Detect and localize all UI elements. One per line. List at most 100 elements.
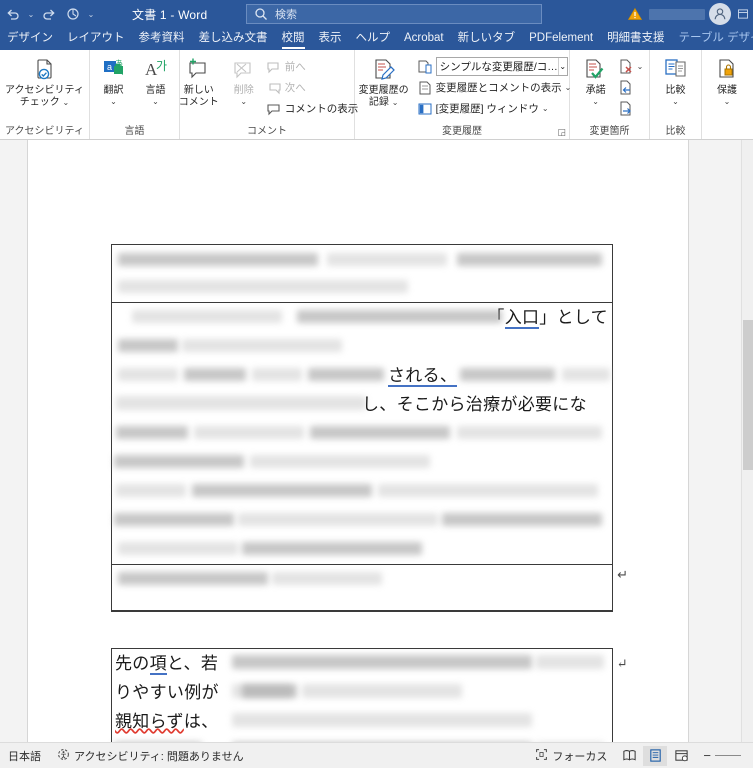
chevron-down-icon[interactable]: ⌄ <box>592 97 599 106</box>
tab-view[interactable]: 表示 <box>312 28 349 50</box>
undo-icon[interactable] <box>2 3 24 25</box>
vertical-scrollbar[interactable] <box>741 140 753 742</box>
tab-statement-support[interactable]: 明細書支援 <box>600 28 672 50</box>
undo-dropdown-icon[interactable]: ⌄ <box>26 10 36 19</box>
title-bar: ⌄ ⌄ 文書 1 - Word 検索 <box>0 0 753 28</box>
search-box[interactable]: 検索 <box>246 4 542 24</box>
zoom-out-icon[interactable]: − <box>695 748 749 763</box>
compare-icon <box>663 57 689 83</box>
ribbon-tab-strip: デザイン レイアウト 参考資料 差し込み文書 校閲 表示 ヘルプ Acrobat… <box>0 28 753 50</box>
doc-line <box>112 245 612 274</box>
accessibility-check-label-2: チェック ⌄ <box>19 97 70 108</box>
ribbon-group-label-comments: コメント <box>247 126 287 137</box>
focus-mode-button[interactable]: フォーカス <box>527 748 615 764</box>
new-comment-icon <box>186 57 212 83</box>
doc-line <box>112 477 612 506</box>
accept-button[interactable]: 承諾 ⌄ <box>576 55 616 106</box>
accessibility-check-button[interactable]: アクセシビリティ チェック ⌄ <box>5 55 85 109</box>
read-mode-button[interactable] <box>617 746 641 766</box>
doc-text-visible: される、 <box>388 366 458 387</box>
status-accessibility[interactable]: アクセシビリティ: 問題ありません <box>49 748 252 764</box>
show-markup-button[interactable]: 変更履歴とコメントの表示 ⌄ <box>417 77 571 98</box>
document-canvas[interactable]: 「入口」として される、 <box>0 140 753 742</box>
status-bar-right: フォーカス − <box>527 745 753 766</box>
chevron-down-icon[interactable]: ⌄ <box>152 97 159 106</box>
previous-comment-button[interactable]: 前へ <box>266 56 359 77</box>
tab-layout[interactable]: レイアウト <box>60 28 132 50</box>
translate-button[interactable]: aあ 翻訳 ⌄ <box>94 55 134 106</box>
ribbon-group-changes: 承諾 ⌄ ⌄ 変更箇所 <box>570 50 650 139</box>
delete-comment-button[interactable]: 削除 ⌄ <box>224 55 264 106</box>
chevron-down-icon[interactable]: ⌄ <box>724 97 731 106</box>
chevron-down-icon[interactable]: ⌄ <box>557 58 567 75</box>
ribbon-group-label-tracking: 変更履歴 <box>442 126 482 137</box>
tab-new-tab[interactable]: 新しいタブ <box>451 28 523 50</box>
accept-change-icon <box>583 57 609 83</box>
document-table-2[interactable]: 先の項と、若 ↵ りやすい例が 親知らずは、 麗 <box>111 648 628 742</box>
tab-pdfelement[interactable]: PDFelement <box>522 28 600 50</box>
show-comments-label: コメントの表示 <box>284 103 359 115</box>
track-changes-label-1: 変更履歴の <box>358 85 409 96</box>
doc-line: される、 <box>112 361 612 390</box>
protect-button[interactable]: 保護 ⌄ <box>705 55 749 106</box>
show-markup-icon <box>417 80 433 96</box>
warning-icon[interactable] <box>627 6 645 22</box>
chevron-down-icon[interactable]: ⌄ <box>542 104 549 113</box>
show-comments-button[interactable]: コメントの表示 <box>266 98 359 119</box>
chevron-down-icon[interactable]: ⌄ <box>672 97 679 106</box>
reject-button[interactable]: ⌄ <box>618 56 644 77</box>
status-language-label: 日本語 <box>8 750 41 763</box>
account-avatar-icon[interactable] <box>709 3 731 25</box>
tab-references[interactable]: 参考資料 <box>132 28 192 50</box>
language-button[interactable]: A가 言語 ⌄ <box>136 55 176 106</box>
document-table-1[interactable]: 「入口」として される、 <box>111 244 628 612</box>
language-label: 言語 <box>145 85 166 96</box>
chevron-down-icon[interactable]: ⌄ <box>240 97 247 106</box>
tab-review[interactable]: 校閲 <box>275 28 312 50</box>
print-layout-button[interactable] <box>643 745 668 766</box>
ribbon-group-protect: 保護 ⌄ <box>702 50 752 139</box>
tab-design[interactable]: デザイン <box>0 28 60 50</box>
next-change-button[interactable] <box>618 98 644 119</box>
chevron-down-icon[interactable]: ⌄ <box>392 98 399 107</box>
next-comment-button[interactable]: 次へ <box>266 77 359 98</box>
ribbon-display-options-icon[interactable] <box>735 3 751 25</box>
next-comment-label: 次へ <box>284 82 306 94</box>
reviewing-pane-icon <box>417 101 433 117</box>
vertical-scrollbar-thumb[interactable] <box>743 320 753 470</box>
doc-text-visible: 「入口」として <box>487 308 608 329</box>
customize-qat-icon[interactable]: ⌄ <box>86 10 96 19</box>
table1-row3[interactable]: ↵ <box>112 565 628 611</box>
chevron-down-icon[interactable]: ⌄ <box>637 62 644 71</box>
new-comment-button[interactable]: 新しい コメント <box>176 55 222 109</box>
compare-button[interactable]: 比較 ⌄ <box>654 55 698 106</box>
tab-table-design[interactable]: テーブル デザイン <box>672 28 753 50</box>
table1-row1[interactable] <box>112 245 612 303</box>
table1-row2[interactable]: 「入口」として される、 <box>112 303 612 565</box>
next-comment-icon <box>266 80 282 96</box>
chevron-down-icon[interactable]: ⌄ <box>63 98 70 107</box>
table2-row1[interactable]: 先の項と、若 ↵ りやすい例が 親知らずは、 麗 <box>112 649 628 742</box>
ribbon-group-comments: 新しい コメント 削除 ⌄ 前へ 次へ コメントの表示 コメント <box>179 50 358 139</box>
next-change-icon <box>618 101 634 117</box>
track-changes-button[interactable]: 変更履歴の 記録 ⌄ <box>353 55 415 109</box>
reject-change-icon <box>618 59 634 75</box>
status-language[interactable]: 日本語 <box>0 748 49 764</box>
tab-acrobat[interactable]: Acrobat <box>397 28 451 50</box>
previous-change-button[interactable] <box>618 77 644 98</box>
redo-icon[interactable] <box>38 3 60 25</box>
display-for-review-combo[interactable]: シンプルな変更履歴/コ… ⌄ <box>435 57 568 76</box>
tab-help[interactable]: ヘルプ <box>349 28 398 50</box>
doc-text-visible: し、そこから治療が必要にな <box>362 395 587 414</box>
document-page[interactable]: 「入口」として される、 <box>28 140 688 742</box>
doc-line <box>112 535 612 564</box>
touch-mode-icon[interactable] <box>62 3 84 25</box>
chevron-down-icon[interactable]: ⌄ <box>110 97 117 106</box>
web-layout-button[interactable] <box>669 746 693 766</box>
reviewing-pane-button[interactable]: [変更履歴] ウィンドウ ⌄ <box>417 98 572 119</box>
accessibility-status-icon <box>57 748 70 764</box>
tracking-dialog-launcher-icon[interactable]: ◲ <box>557 127 566 138</box>
zoom-slider-track[interactable] <box>715 755 741 756</box>
tab-mailings[interactable]: 差し込み文書 <box>192 28 275 50</box>
doc-line <box>112 419 612 448</box>
